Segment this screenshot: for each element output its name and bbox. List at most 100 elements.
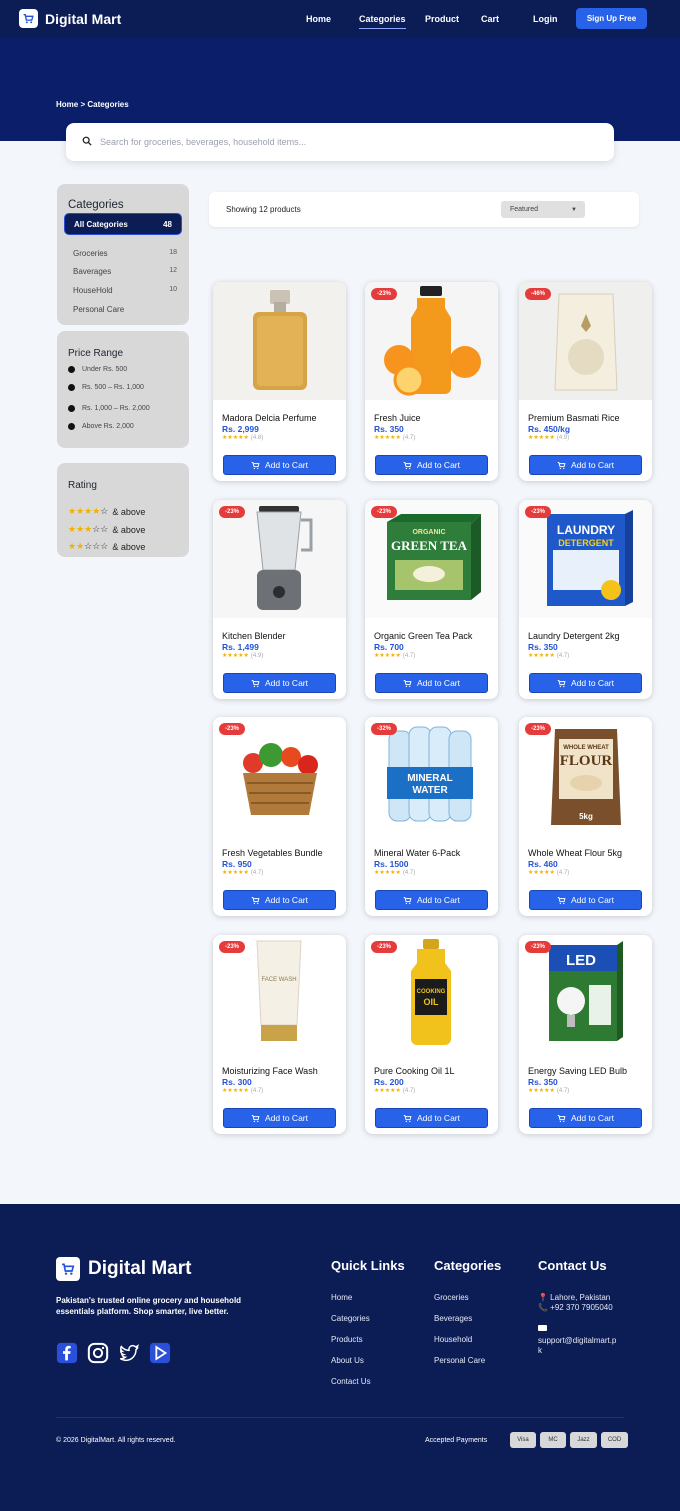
facebook-icon[interactable] (56, 1342, 78, 1364)
category-label: HouseHold (73, 286, 113, 295)
rating-option-2[interactable]: ★★☆☆☆ & above (68, 541, 145, 552)
nav-login[interactable]: Login (533, 14, 558, 24)
detergent-label-sub: DETERGENT (558, 538, 614, 548)
product-image[interactable]: MINERAL WATER -32% (365, 717, 498, 835)
product-card[interactable]: LAUNDRY DETERGENT -23% Laundry Detergent… (519, 500, 652, 699)
nav-home[interactable]: Home (306, 14, 331, 24)
rating-value: (4.7) (250, 870, 264, 876)
category-beverages[interactable]: Baverages 12 (73, 267, 177, 276)
rating-value: (4.8) (250, 435, 264, 441)
rating-option-3[interactable]: ★★★☆☆ & above (68, 524, 145, 535)
product-card[interactable]: -23% Fresh Vegetables Bundle Rs. 950 ★★★… (213, 717, 346, 916)
footer-divider (56, 1417, 624, 1418)
add-to-cart-button[interactable]: Add to Cart (223, 1108, 336, 1128)
add-to-cart-button[interactable]: Add to Cart (223, 673, 336, 693)
rating-title: Rating (68, 480, 97, 491)
product-card[interactable]: MINERAL WATER -32% Mineral Water 6-Pack … (365, 717, 498, 916)
cart-icon (251, 461, 260, 469)
product-image[interactable]: WHOLE WHEAT FLOUR 5kg -23% (519, 717, 652, 835)
add-to-cart-button[interactable]: Add to Cart (529, 1108, 642, 1128)
product-image[interactable]: -23% (365, 282, 498, 400)
product-image[interactable] (213, 282, 346, 400)
play-icon[interactable] (149, 1342, 171, 1364)
rating-option-label: & above (112, 506, 146, 517)
rating-option-label: & above (112, 524, 146, 535)
twitter-icon[interactable] (118, 1342, 140, 1364)
product-card[interactable]: Madora Delcia Perfume Rs. 2,999 ★★★★★ (4.… (213, 282, 346, 481)
footer-link-products[interactable]: Products (331, 1335, 363, 1344)
category-personal-care[interactable]: Personal Care (73, 305, 177, 314)
water-label-main: WATER (412, 785, 448, 796)
star-icons: ★★★☆☆ (68, 524, 109, 534)
nav-cart[interactable]: Cart (481, 14, 499, 24)
product-card[interactable]: -23% Fresh Juice Rs. 350 ★★★★★ (4.7) Add … (365, 282, 498, 481)
add-to-cart-button[interactable]: Add to Cart (529, 673, 642, 693)
product-image[interactable]: FACE WASH -23% (213, 935, 346, 1053)
footer-link-categories[interactable]: Categories (331, 1314, 370, 1323)
product-card[interactable]: WHOLE WHEAT FLOUR 5kg -23% Whole Wheat F… (519, 717, 652, 916)
product-card[interactable]: COOKING OIL -23% Pure Cooking Oil 1L Rs.… (365, 935, 498, 1134)
signup-button[interactable]: Sign Up Free (576, 8, 647, 29)
search-input[interactable] (100, 137, 560, 147)
price-option-500-1000[interactable]: Rs. 500 – Rs. 1,000 (68, 384, 144, 391)
product-image[interactable]: -46% (519, 282, 652, 400)
instagram-icon[interactable] (87, 1342, 109, 1364)
product-card[interactable]: LED -23% Energy Saving LED Bulb Rs. 350 … (519, 935, 652, 1134)
product-card[interactable]: -23% Kitchen Blender Rs. 1,499 ★★★★★ (4.9… (213, 500, 346, 699)
product-image[interactable]: ORGANIC GREEN TEA -23% (365, 500, 498, 618)
footer-category-groceries[interactable]: Groceries (434, 1293, 469, 1302)
category-groceries[interactable]: Groceries 18 (73, 249, 177, 258)
add-to-cart-button[interactable]: Add to Cart (529, 455, 642, 475)
breadcrumb: Home > Categories (56, 100, 129, 109)
footer-category-household[interactable]: Household (434, 1335, 472, 1344)
footer-category-beverages[interactable]: Beverages (434, 1314, 472, 1323)
price-option-above-2000[interactable]: Above Rs. 2,000 (68, 423, 134, 430)
footer-link-about[interactable]: About Us (331, 1356, 364, 1365)
footer-brand-logo[interactable]: Digital Mart (56, 1257, 191, 1281)
add-to-cart-button[interactable]: Add to Cart (375, 673, 488, 693)
add-to-cart-button[interactable]: Add to Cart (223, 455, 336, 475)
product-name: Whole Wheat Flour 5kg (528, 848, 623, 858)
category-household[interactable]: HouseHold 10 (73, 286, 177, 295)
footer-link-contact[interactable]: Contact Us (331, 1377, 371, 1386)
price-option-under-500[interactable]: Under Rs. 500 (68, 366, 127, 373)
tea-box-label-main: GREEN TEA (391, 538, 468, 553)
product-card[interactable]: FACE WASH -23% Moisturizing Face Wash Rs… (213, 935, 346, 1134)
price-range-title: Price Range (68, 348, 124, 359)
add-to-cart-button[interactable]: Add to Cart (223, 890, 336, 910)
product-price: Rs. 950 (222, 859, 252, 869)
product-image[interactable]: LED -23% (519, 935, 652, 1053)
add-to-cart-label: Add to Cart (265, 1113, 308, 1123)
product-card[interactable]: ORGANIC GREEN TEA -23% Organic Green Tea… (365, 500, 498, 699)
rating-value: (4.7) (402, 653, 416, 659)
product-image[interactable]: COOKING OIL -23% (365, 935, 498, 1053)
footer-category-personal-care[interactable]: Personal Care (434, 1356, 485, 1365)
add-to-cart-button[interactable]: Add to Cart (375, 890, 488, 910)
footer-tagline: Pakistan's trusted online grocery and ho… (56, 1296, 242, 1316)
categories-panel: Categories All Categories 48 Groceries 1… (57, 184, 189, 325)
product-image[interactable]: -23% (213, 500, 346, 618)
product-card[interactable]: -46% Premium Basmati Rice Rs. 450/kg ★★★… (519, 282, 652, 481)
sort-select[interactable]: Featured ▼ (501, 201, 585, 218)
product-image[interactable]: LAUNDRY DETERGENT -23% (519, 500, 652, 618)
add-to-cart-button[interactable]: Add to Cart (375, 455, 488, 475)
contact-email[interactable]: support@digitalmart.pk (538, 1336, 620, 1356)
rating-option-4[interactable]: ★★★★☆ & above (68, 506, 145, 517)
payment-jazz: Jazz (570, 1432, 597, 1448)
flour-label-weight: 5kg (579, 812, 593, 821)
product-image[interactable]: -23% (213, 717, 346, 835)
nav-categories[interactable]: Categories (359, 14, 406, 29)
add-to-cart-button[interactable]: Add to Cart (529, 890, 642, 910)
price-option-1000-2000[interactable]: Rs. 1,000 – Rs. 2,000 (68, 405, 150, 412)
footer-link-home[interactable]: Home (331, 1293, 352, 1302)
category-all-count: 48 (163, 219, 172, 229)
product-price: Rs. 1,499 (222, 642, 259, 652)
brand-logo[interactable]: Digital Mart (19, 9, 121, 28)
add-to-cart-button[interactable]: Add to Cart (375, 1108, 488, 1128)
product-rating: ★★★★★ (4.7) (374, 1087, 415, 1094)
rating-value: (4.9) (556, 435, 570, 441)
category-all[interactable]: All Categories 48 (64, 213, 182, 235)
payment-visa: Visa (510, 1432, 536, 1448)
add-to-cart-label: Add to Cart (417, 895, 460, 905)
nav-product[interactable]: Product (425, 14, 459, 24)
